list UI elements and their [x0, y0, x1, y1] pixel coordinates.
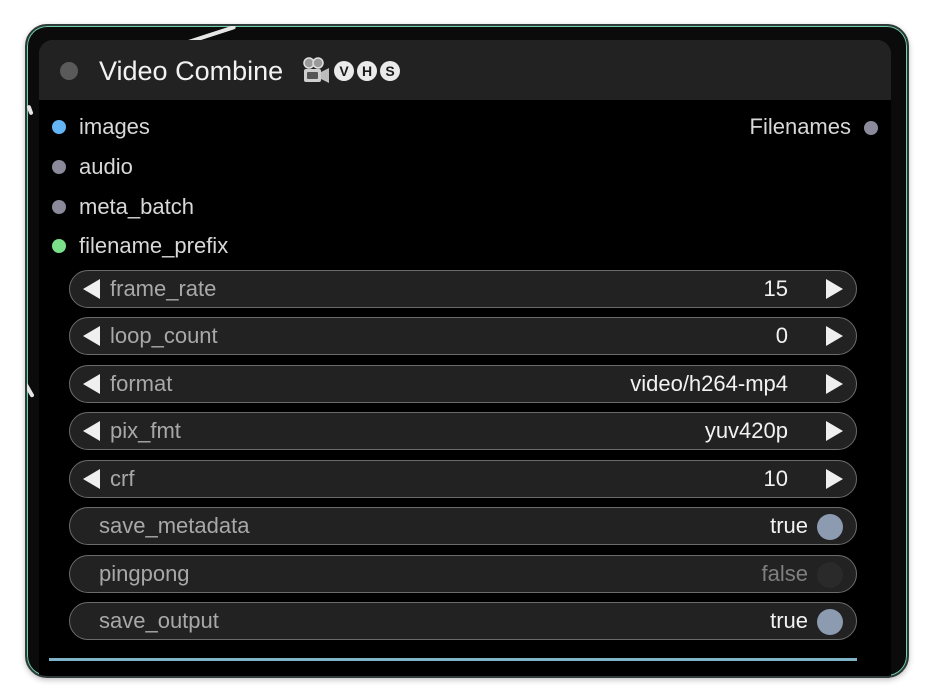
toggle-value: true — [770, 608, 808, 633]
input-slot-dot-images[interactable] — [52, 120, 66, 134]
pingpong-toggle[interactable]: pingpong false — [69, 555, 857, 593]
widget-value[interactable]: 0 — [776, 323, 788, 349]
vhs-badge-v-icon: V — [334, 61, 354, 81]
toggle-knob-icon[interactable] — [817, 562, 843, 588]
toggle-knob-icon[interactable] — [817, 609, 843, 635]
widget-label: pix_fmt — [110, 418, 181, 443]
toggle-value: false — [761, 561, 808, 586]
node-bottom-edge — [49, 658, 857, 661]
decrement-arrow-icon[interactable] — [83, 279, 100, 299]
toggle-knob-icon[interactable] — [817, 514, 843, 540]
loop-count-widget[interactable]: loop_count 0 — [69, 317, 857, 355]
widget-value[interactable]: yuv420p — [705, 418, 788, 444]
crf-widget[interactable]: crf 10 — [69, 460, 857, 498]
widget-label: frame_rate — [110, 276, 217, 301]
increment-arrow-icon[interactable] — [826, 469, 843, 489]
widget-label: format — [110, 371, 173, 396]
node-title: Video Combine — [99, 56, 284, 86]
input-slot-audio[interactable]: audio — [79, 153, 133, 181]
output-slot-dot-filenames[interactable] — [864, 121, 878, 135]
widget-value[interactable]: video/h264-mp4 — [630, 371, 788, 397]
input-slot-meta-batch[interactable]: meta_batch — [79, 193, 194, 221]
pix-fmt-widget[interactable]: pix_fmt yuv420p — [69, 412, 857, 450]
vhs-badge-h-icon: H — [357, 61, 377, 81]
link-wire — [27, 104, 34, 116]
widget-value[interactable]: 15 — [764, 276, 788, 302]
next-option-arrow-icon[interactable] — [826, 374, 843, 394]
movie-camera-icon — [303, 57, 329, 83]
increment-arrow-icon[interactable] — [826, 326, 843, 346]
output-slot-filenames[interactable]: Filenames — [750, 113, 851, 141]
widget-label: pingpong — [99, 561, 190, 586]
widget-value[interactable]: 10 — [764, 466, 788, 492]
decrement-arrow-icon[interactable] — [83, 326, 100, 346]
video-combine-node[interactable]: Video Combine V H S images audio meta_ba… — [39, 40, 891, 676]
vhs-badge-s-icon: S — [380, 61, 400, 81]
format-widget[interactable]: format video/h264-mp4 — [69, 365, 857, 403]
widget-label: save_metadata — [99, 513, 250, 538]
title-icons: V H S — [301, 56, 400, 86]
input-slot-filename-prefix[interactable]: filename_prefix — [79, 232, 228, 260]
frame-rate-widget[interactable]: frame_rate 15 — [69, 270, 857, 308]
input-slot-images[interactable]: images — [79, 113, 150, 141]
node-canvas: Video Combine V H S images audio meta_ba… — [25, 24, 909, 678]
widget-label: crf — [110, 466, 135, 491]
toggle-value: true — [770, 513, 808, 538]
save-metadata-toggle[interactable]: save_metadata true — [69, 507, 857, 545]
increment-arrow-icon[interactable] — [826, 279, 843, 299]
widget-label: save_output — [99, 608, 219, 633]
input-slot-dot-filename-prefix[interactable] — [52, 239, 66, 253]
previous-option-arrow-icon[interactable] — [83, 374, 100, 394]
link-wire — [27, 382, 35, 398]
decrement-arrow-icon[interactable] — [83, 469, 100, 489]
node-title-bar[interactable]: Video Combine V H S — [39, 40, 891, 100]
node-body: images audio meta_batch filename_prefix … — [39, 100, 891, 676]
next-option-arrow-icon[interactable] — [826, 421, 843, 441]
widget-label: loop_count — [110, 323, 218, 348]
input-slot-dot-audio[interactable] — [52, 160, 66, 174]
previous-option-arrow-icon[interactable] — [83, 421, 100, 441]
input-slot-dot-meta-batch[interactable] — [52, 200, 66, 214]
collapse-toggle-dot[interactable] — [60, 62, 78, 80]
save-output-toggle[interactable]: save_output true — [69, 602, 857, 640]
